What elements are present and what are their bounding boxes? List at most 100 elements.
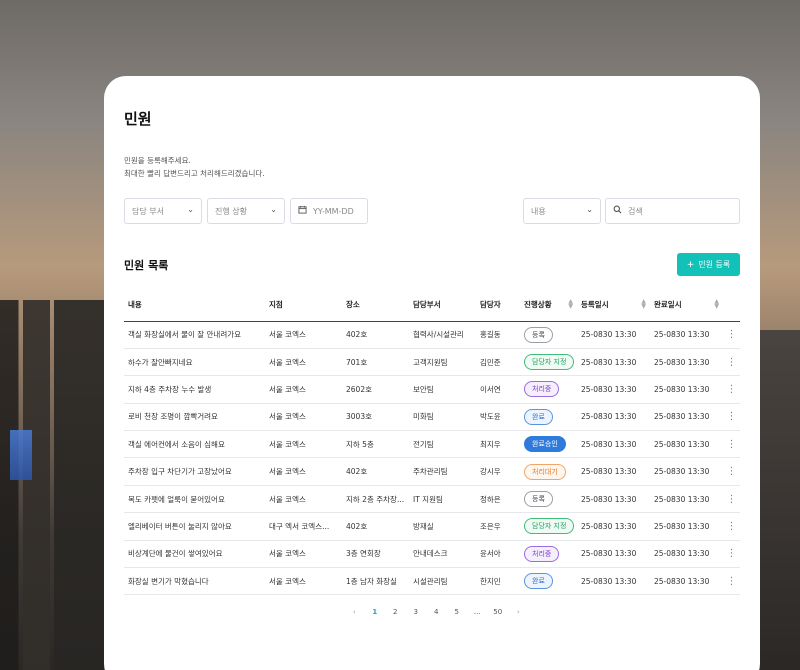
cell-branch: 서울 코엑스: [265, 457, 342, 486]
status-badge: 담당자 지정: [524, 354, 575, 371]
search-input[interactable]: 검색: [605, 198, 740, 224]
status-badge: 처리중: [524, 545, 560, 562]
page-button-5[interactable]: 5: [447, 608, 468, 616]
table-row[interactable]: 화장실 변기가 막혔습니다 서울 코엑스 1층 남자 화장실 시설관리팀 한지민 완료 25…: [124, 567, 740, 596]
cell-manager: 최지우: [476, 430, 520, 459]
cell-content[interactable]: 객실 에어컨에서 소음이 심해요: [124, 430, 265, 459]
page-button-1[interactable]: 1: [365, 608, 386, 616]
cell-content[interactable]: 객실 화장실에서 물이 잘 안내려가요: [124, 321, 265, 349]
cell-manager: 김민준: [476, 348, 520, 377]
search-icon: [613, 205, 622, 217]
status-badge: 등록: [524, 326, 553, 343]
more-options-icon[interactable]: ⋮: [723, 375, 740, 404]
cell-completed: 25-0830 13:30: [650, 485, 723, 514]
more-options-icon[interactable]: ⋮: [723, 321, 740, 349]
cell-content[interactable]: 복도 카펫에 얼룩이 묻어있어요: [124, 485, 265, 514]
page-button-4[interactable]: 4: [426, 608, 447, 616]
cell-branch: 서울 코엑스: [265, 375, 342, 404]
cell-manager: 한지민: [476, 567, 520, 596]
page-button-50[interactable]: 50: [488, 608, 509, 616]
table-row[interactable]: 복도 카펫에 얼룩이 묻어있어요 서울 코엑스 지하 2층 주차장... IT 지원팀…: [124, 485, 740, 514]
cell-dept: IT 지원팀: [409, 485, 476, 514]
cell-manager: 이서연: [476, 375, 520, 404]
cell-content[interactable]: 지하 4층 주차장 누수 발생: [124, 375, 265, 404]
cell-dept: 협력사/시설관리: [409, 321, 476, 349]
column-header-content: 내용: [124, 288, 265, 322]
table-row[interactable]: 비상계단에 물건이 쌓여있어요 서울 코엑스 3층 연회장 안내데스크 윤서아 처리중 25…: [124, 540, 740, 569]
more-options-icon[interactable]: ⋮: [723, 567, 740, 596]
status-badge: 등록: [524, 491, 553, 508]
more-options-icon[interactable]: ⋮: [723, 512, 740, 541]
background-city-right: [760, 330, 800, 670]
add-complaint-label: 민원 등록: [698, 260, 731, 269]
date-input[interactable]: YY-MM-DD: [290, 198, 368, 224]
table-body: 객실 화장실에서 물이 잘 안내려가요 서울 코엑스 402호 협력사/시설관리 홍길동…: [124, 321, 740, 596]
add-complaint-button[interactable]: + 민원 등록: [677, 253, 740, 276]
cell-status: 등록: [520, 321, 577, 349]
prev-page-button[interactable]: ‹: [344, 608, 365, 616]
table-header-row: 내용 지점 장소 담당부서 담당자 진행상황 ▲ ▼ 등록일시 ▲ ▼ 완료일시 ▲ ▼: [124, 288, 740, 322]
cell-completed: 25-0830 13:30: [650, 512, 723, 541]
list-title: 민원 목록: [124, 259, 169, 272]
table-row[interactable]: 주차장 입구 차단기가 고장났어요 서울 코엑스 402호 주차관리팀 강시우 처리대기 2…: [124, 457, 740, 486]
cell-completed: 25-0830 13:30: [650, 375, 723, 404]
table-row[interactable]: 엘리베이터 버튼이 눌리지 않아요 대구 엑서 코엑스... 402호 방재실 조은우 담…: [124, 512, 740, 541]
cell-completed: 25-0830 13:30: [650, 321, 723, 349]
more-options-icon[interactable]: ⋮: [723, 348, 740, 377]
cell-registered: 25-0830 13:30: [577, 457, 650, 486]
search-type-select[interactable]: 내용 ⌄: [523, 198, 601, 224]
cell-registered: 25-0830 13:30: [577, 430, 650, 459]
page-description: 민원을 등록해주세요. 최대한 빨리 답변드리고 처리해드리겠습니다.: [124, 154, 265, 180]
page-button-2[interactable]: 2: [385, 608, 406, 616]
status-select[interactable]: 진행 상황 ⌄: [207, 198, 285, 224]
cell-place: 3003호: [342, 403, 409, 432]
table-row[interactable]: 로비 천장 조명이 깜빡거려요 서울 코엑스 3003호 미화팀 박도윤 완료 25-083…: [124, 403, 740, 432]
page-button-3[interactable]: 3: [406, 608, 427, 616]
page-title: 민원: [124, 110, 152, 128]
cell-completed: 25-0830 13:30: [650, 540, 723, 569]
cell-branch: 서울 코엑스: [265, 430, 342, 459]
sort-icon: ▲ ▼: [714, 298, 719, 310]
cell-content[interactable]: 화장실 변기가 막혔습니다: [124, 567, 265, 596]
cell-content[interactable]: 비상계단에 물건이 쌓여있어요: [124, 540, 265, 569]
cell-branch: 서울 코엑스: [265, 348, 342, 377]
cell-content[interactable]: 엘리베이터 버튼이 눌리지 않아요: [124, 512, 265, 541]
cell-registered: 25-0830 13:30: [577, 485, 650, 514]
column-header-status-label: 진행상황: [524, 299, 552, 309]
table-row[interactable]: 객실 화장실에서 물이 잘 안내려가요 서울 코엑스 402호 협력사/시설관리 홍길동…: [124, 321, 740, 349]
background-billboard: [10, 430, 32, 480]
more-options-icon[interactable]: ⋮: [723, 430, 740, 459]
cell-content[interactable]: 하수가 잘안빠지네요: [124, 348, 265, 377]
cell-content[interactable]: 로비 천장 조명이 깜빡거려요: [124, 403, 265, 432]
more-options-icon[interactable]: ⋮: [723, 540, 740, 569]
pagination-ellipsis: ...: [473, 608, 481, 616]
column-header-status[interactable]: 진행상황 ▲ ▼: [520, 288, 577, 322]
table-row[interactable]: 객실 에어컨에서 소음이 심해요 서울 코엑스 지하 5층 전기팀 최지우 완료승인 25-…: [124, 430, 740, 459]
department-select[interactable]: 담당 부서 ⌄: [124, 198, 202, 224]
more-options-icon[interactable]: ⋮: [723, 457, 740, 486]
cell-completed: 25-0830 13:30: [650, 403, 723, 432]
column-header-registered[interactable]: 등록일시 ▲ ▼: [577, 288, 650, 322]
cell-manager: 윤서아: [476, 540, 520, 569]
status-select-label: 진행 상황: [215, 206, 247, 216]
table-row[interactable]: 하수가 잘안빠지네요 서울 코엑스 701호 고객지원팀 김민준 담당자 지정 25-083…: [124, 348, 740, 377]
sort-icon: ▲ ▼: [641, 298, 646, 310]
cell-branch: 서울 코엑스: [265, 321, 342, 349]
next-page-button[interactable]: ›: [508, 608, 529, 616]
table-row[interactable]: 지하 4층 주차장 누수 발생 서울 코엑스 2602호 보안팀 이서연 처리중 25-08…: [124, 375, 740, 404]
cell-place: 2602호: [342, 375, 409, 404]
more-options-icon[interactable]: ⋮: [723, 403, 740, 432]
column-header-registered-label: 등록일시: [581, 299, 609, 309]
cell-content[interactable]: 주차장 입구 차단기가 고장났어요: [124, 457, 265, 486]
status-badge: 완료: [524, 408, 553, 425]
cell-registered: 25-0830 13:30: [577, 375, 650, 404]
column-header-completed[interactable]: 완료일시 ▲ ▼: [650, 288, 723, 322]
complaint-table: 내용 지점 장소 담당부서 담당자 진행상황 ▲ ▼ 등록일시 ▲ ▼ 완료일시 ▲ ▼ 객…: [124, 288, 740, 596]
column-header-place: 장소: [342, 288, 409, 322]
cell-dept: 전기팀: [409, 430, 476, 459]
more-options-icon[interactable]: ⋮: [723, 485, 740, 514]
cell-place: 402호: [342, 321, 409, 349]
cell-status: 처리대기: [520, 457, 577, 486]
cell-manager: 홍길동: [476, 321, 520, 349]
cell-manager: 정하은: [476, 485, 520, 514]
